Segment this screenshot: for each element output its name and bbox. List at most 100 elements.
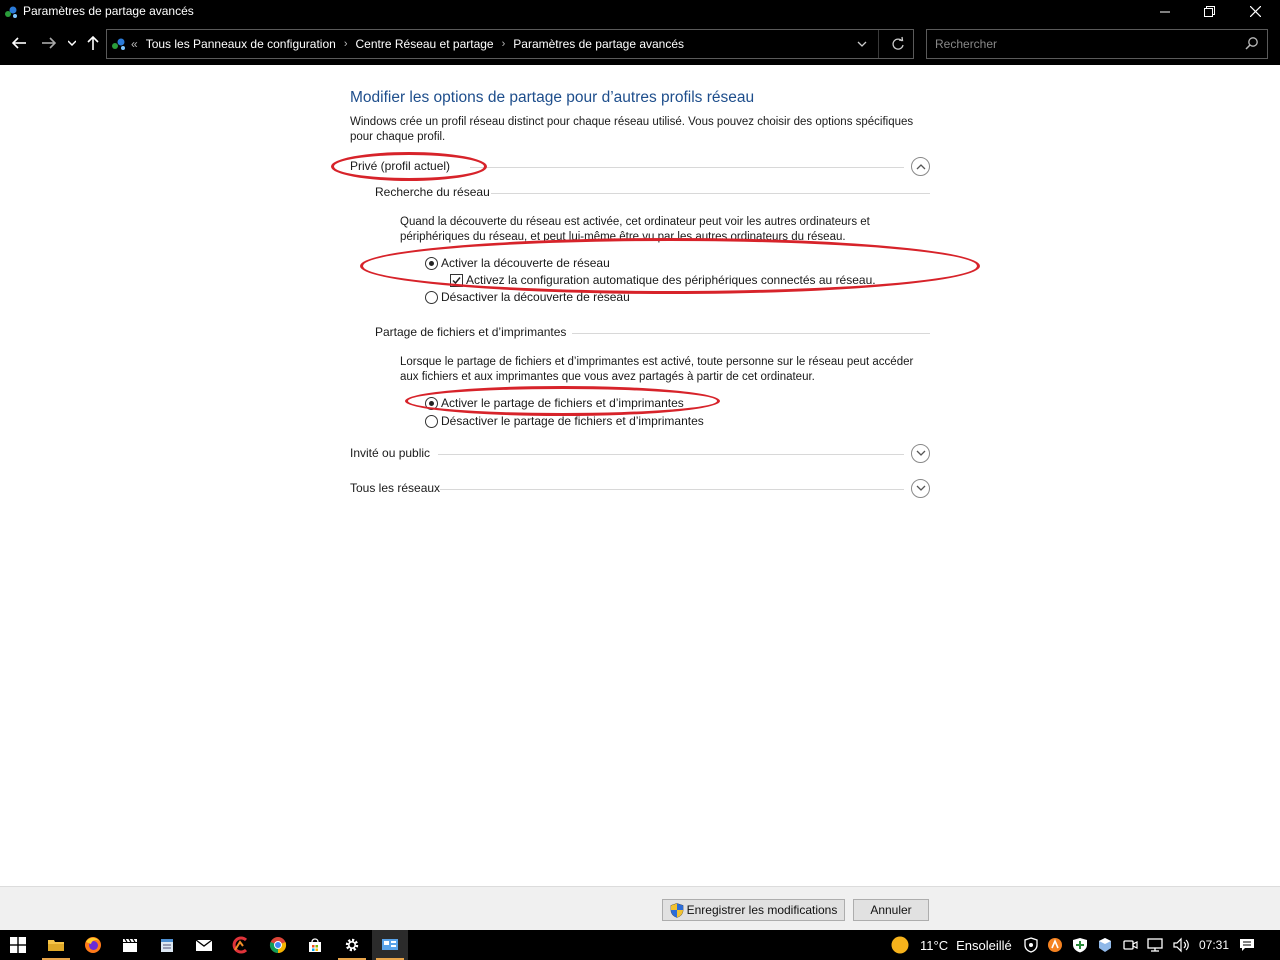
auto-config-checkbox[interactable] xyxy=(450,273,463,287)
start-button[interactable] xyxy=(0,930,36,960)
folder-icon xyxy=(48,940,64,951)
expand-guest-button[interactable] xyxy=(911,444,930,463)
window-title: Paramètres de partage avancés xyxy=(23,4,194,18)
back-button[interactable] xyxy=(8,31,30,55)
expand-all-networks-button[interactable] xyxy=(911,479,930,498)
network-discovery-title: Recherche du réseau xyxy=(375,185,496,199)
breadcrumb-separator-icon: › xyxy=(501,38,506,50)
enable-file-sharing-option[interactable]: Activer le partage de fichiers et d’impr… xyxy=(425,396,684,410)
recent-locations-button[interactable] xyxy=(64,31,80,55)
address-dropdown-button[interactable] xyxy=(857,36,867,55)
enable-discovery-option[interactable]: Activer la découverte de réseau xyxy=(425,256,610,270)
disable-discovery-radio[interactable] xyxy=(425,290,438,304)
taskbar-control-panel[interactable] xyxy=(372,930,408,960)
search-field[interactable]: Rechercher xyxy=(926,29,1268,59)
sun-icon xyxy=(891,936,909,954)
windows-start-icon xyxy=(10,937,26,953)
file-sharing-description: Lorsque le partage de fichiers et d’impr… xyxy=(400,356,914,383)
camera-icon[interactable] xyxy=(1122,937,1138,953)
volume-icon[interactable] xyxy=(1172,937,1190,953)
uac-shield-icon xyxy=(670,902,683,918)
search-icon xyxy=(1245,37,1258,50)
network-drive-icon[interactable] xyxy=(1097,937,1113,953)
taskbar-firefox[interactable] xyxy=(75,930,111,960)
system-tray: 07:31 xyxy=(1024,930,1229,960)
up-button[interactable] xyxy=(83,31,103,55)
section-divider xyxy=(440,489,904,490)
network-icon[interactable] xyxy=(1147,937,1163,953)
avast-icon[interactable] xyxy=(1047,937,1063,953)
profile-guest-header[interactable]: Invité ou public xyxy=(350,444,930,466)
store-icon xyxy=(309,938,321,952)
restore-icon xyxy=(1203,6,1215,17)
forward-button[interactable] xyxy=(38,31,60,55)
mail-icon xyxy=(195,939,213,951)
disable-discovery-option[interactable]: Désactiver la découverte de réseau xyxy=(425,290,630,304)
refresh-button[interactable] xyxy=(891,36,905,55)
taskbar-ccleaner[interactable] xyxy=(223,930,259,960)
taskbar-chrome[interactable] xyxy=(260,930,296,960)
enable-discovery-radio[interactable] xyxy=(425,256,438,270)
section-divider xyxy=(491,193,930,194)
chevron-up-icon xyxy=(916,164,925,170)
ccleaner-icon xyxy=(232,936,248,954)
cancel-button[interactable]: Annuler xyxy=(853,899,929,921)
section-divider xyxy=(470,167,904,168)
profile-all-networks-label: Tous les réseaux xyxy=(350,481,447,495)
chrome-icon xyxy=(269,937,287,954)
control-panel-icon xyxy=(112,38,125,50)
firefox-icon xyxy=(85,937,101,953)
minimize-icon xyxy=(1160,11,1170,12)
profile-private-header[interactable]: Privé (profil actuel) xyxy=(350,157,930,179)
section-divider xyxy=(572,333,930,334)
breadcrumb-advanced-sharing[interactable]: Paramètres de partage avancés xyxy=(513,37,684,51)
page-title: Modifier les options de partage pour d’a… xyxy=(350,89,755,106)
taskbar-notepad[interactable] xyxy=(149,930,185,960)
button-bar: Enregistrer les modifications Annuler xyxy=(0,886,1280,930)
disable-discovery-label: Désactiver la découverte de réseau xyxy=(441,290,630,304)
clock[interactable]: 07:31 xyxy=(1199,938,1229,952)
disable-file-sharing-option[interactable]: Désactiver le partage de fichiers et d’i… xyxy=(425,414,704,428)
taskbar-settings[interactable] xyxy=(334,930,370,960)
auto-config-option[interactable]: Activez la configuration automatique des… xyxy=(450,273,876,287)
minimize-button[interactable] xyxy=(1142,0,1188,23)
profile-private-label: Privé (profil actuel) xyxy=(350,159,457,173)
auto-config-label: Activez la configuration automatique des… xyxy=(466,273,876,287)
enable-file-sharing-label: Activer le partage de fichiers et d’impr… xyxy=(441,396,684,410)
breadcrumb: « Tous les Panneaux de configuration › C… xyxy=(131,37,684,51)
taskbar-store[interactable] xyxy=(297,930,333,960)
close-button[interactable] xyxy=(1232,0,1278,23)
taskbar: 11°C Ensoleillé 07:31 xyxy=(0,930,1280,960)
weather-temperature: 11°C xyxy=(920,937,949,953)
restore-button[interactable] xyxy=(1186,0,1232,23)
breadcrumb-network-center[interactable]: Centre Réseau et partage xyxy=(356,37,494,51)
vpn-shield-icon[interactable] xyxy=(1024,937,1038,953)
settings-gear-icon xyxy=(345,938,359,952)
address-bar[interactable]: « Tous les Panneaux de configuration › C… xyxy=(106,29,914,59)
notepad-icon xyxy=(161,939,173,952)
taskbar-mail[interactable] xyxy=(186,930,222,960)
taskbar-video-editor[interactable] xyxy=(112,930,148,960)
notification-icon xyxy=(1240,939,1254,951)
close-icon xyxy=(1249,6,1261,17)
cancel-label: Annuler xyxy=(870,903,912,917)
save-changes-button[interactable]: Enregistrer les modifications xyxy=(662,899,845,921)
disable-file-sharing-radio[interactable] xyxy=(425,414,438,428)
disable-file-sharing-label: Désactiver le partage de fichiers et d’i… xyxy=(441,414,704,428)
profile-all-networks-header[interactable]: Tous les réseaux xyxy=(350,479,930,501)
breadcrumb-overflow[interactable]: « xyxy=(131,37,138,51)
chevron-down-icon xyxy=(916,485,925,491)
taskbar-file-explorer[interactable] xyxy=(38,930,74,960)
notification-center-button[interactable] xyxy=(1229,930,1265,960)
refresh-icon xyxy=(892,36,904,50)
arrow-up-icon xyxy=(87,36,99,50)
arrow-left-icon xyxy=(12,37,26,49)
weather-widget[interactable]: 11°C Ensoleillé xyxy=(890,930,1012,960)
defender-icon[interactable] xyxy=(1072,937,1088,953)
breadcrumb-all-control-panel[interactable]: Tous les Panneaux de configuration xyxy=(146,37,336,51)
section-divider xyxy=(438,454,904,455)
chevron-down-icon xyxy=(68,40,76,46)
enable-file-sharing-radio[interactable] xyxy=(425,396,438,410)
collapse-private-button[interactable] xyxy=(911,157,930,176)
save-changes-label: Enregistrer les modifications xyxy=(686,903,838,917)
